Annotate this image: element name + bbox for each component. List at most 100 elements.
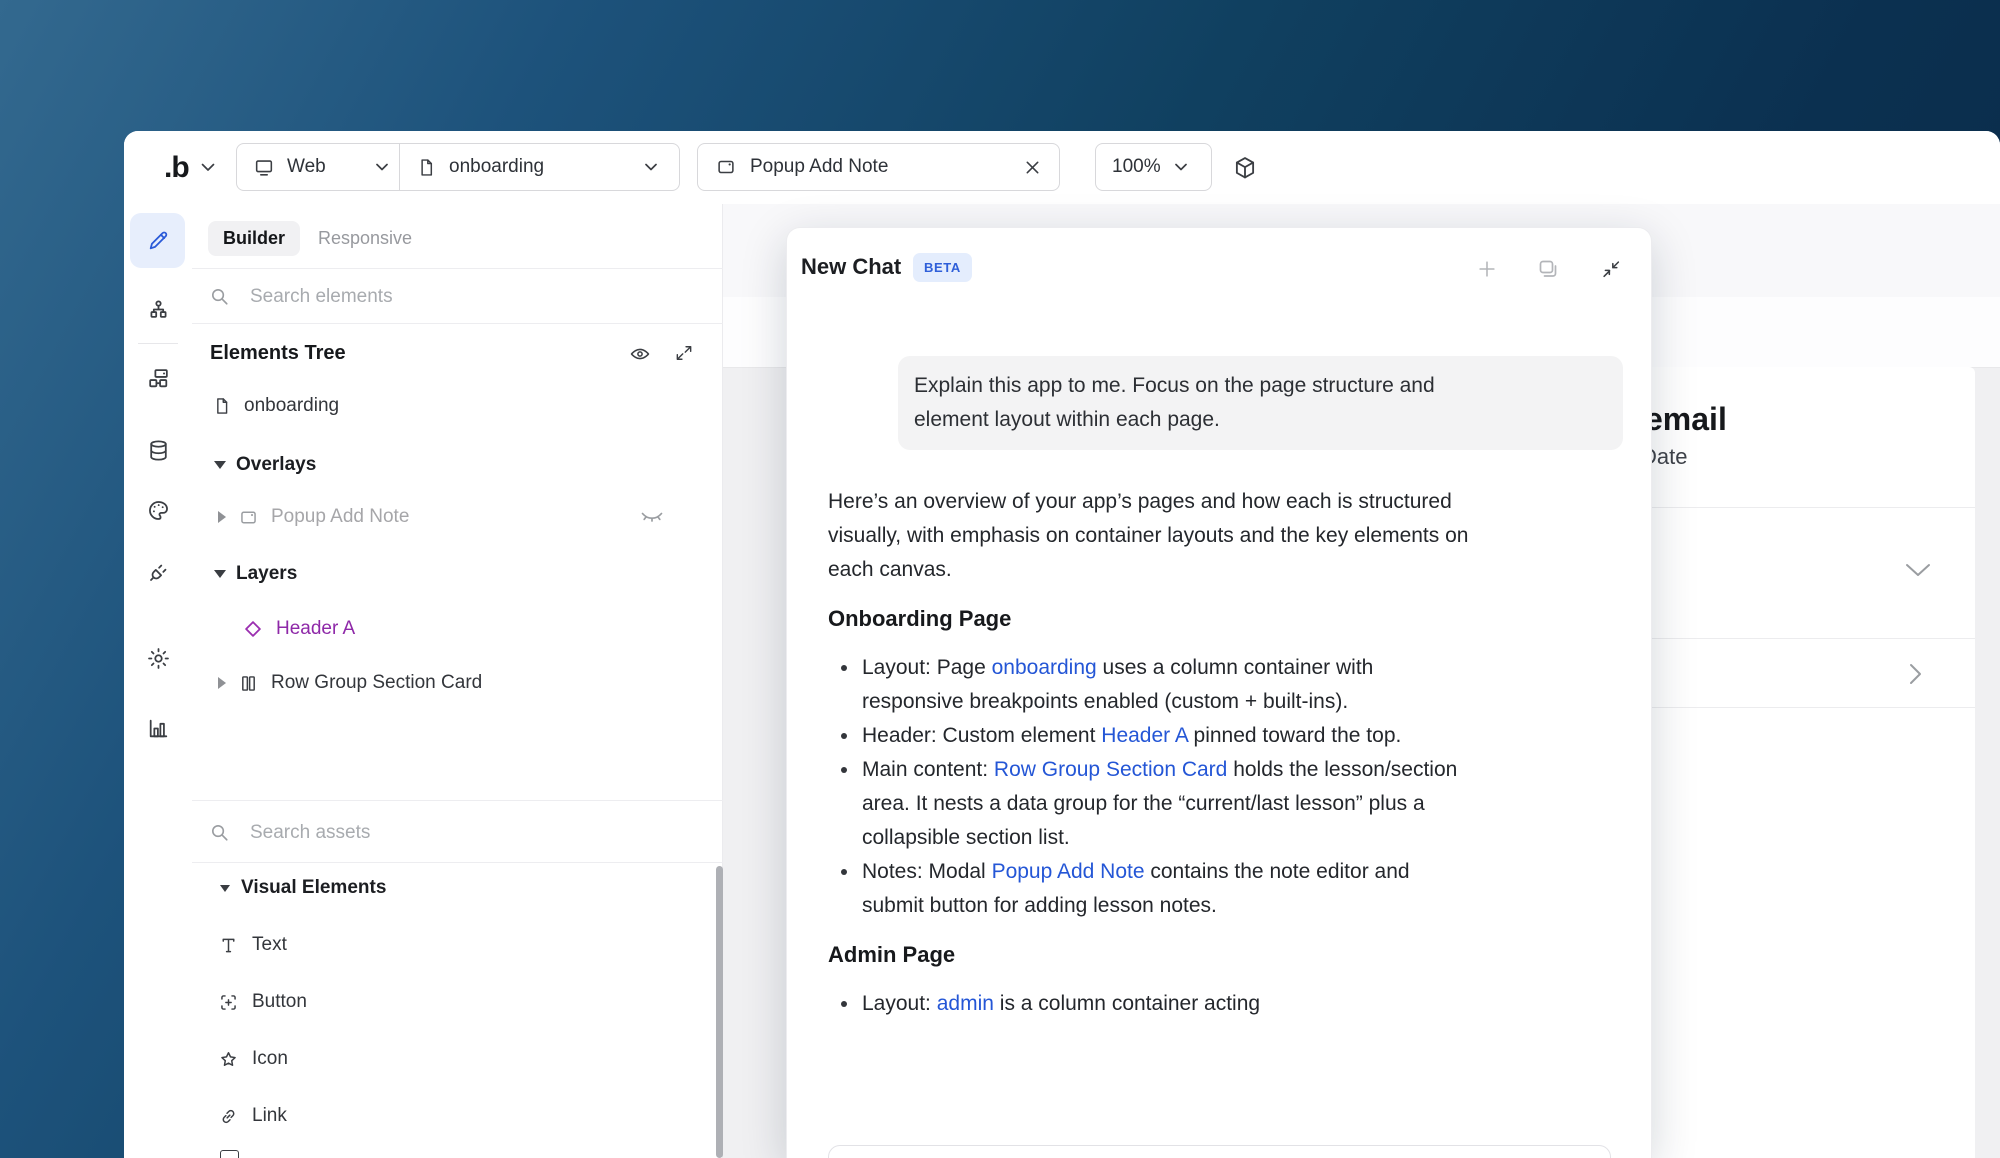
chat-element-link[interactable]: Popup Add Note [992,860,1145,883]
asset-item-label: Link [252,1105,287,1126]
rail-integrations-tool[interactable] [124,550,192,594]
gear-icon [147,647,169,669]
tree-item-page-onboarding[interactable]: onboarding [212,395,339,417]
eye-off-icon[interactable] [640,510,664,527]
elements-tree-header: Elements Tree [210,342,346,364]
assets-group-label: Visual Elements [241,877,387,898]
close-icon[interactable] [1024,159,1041,176]
overlay-tab[interactable]: Popup Add Note [697,143,1060,191]
chat-paragraph: Here’s an overview of your app’s pages a… [828,490,1469,581]
asset-item-label: Button [252,991,307,1012]
assistant-response: Here’s an overview of your app’s pages a… [828,485,1623,1027]
search-assets-input[interactable] [248,821,632,845]
chevron-down-icon[interactable] [1903,561,1933,579]
rail-components-tool[interactable] [124,356,192,400]
asset-item-icon[interactable]: Icon [218,1048,288,1070]
overlay-icon [241,511,256,523]
divider [192,800,723,801]
caret-right-icon[interactable] [218,677,226,689]
search-icon [212,825,228,841]
tree-group-label: Overlays [236,454,317,475]
asset-item-link[interactable]: Link [218,1105,287,1127]
caret-right-icon[interactable] [218,511,226,523]
chat-text: pinned toward the top. [1187,724,1402,747]
chevron-down-icon [1174,163,1187,171]
asset-item-label: Icon [252,1048,288,1069]
tree-item-popup-add-note[interactable]: Popup Add Note [218,506,409,528]
app-logo-menu[interactable]: .b [164,131,215,204]
new-chat-button[interactable] [1473,255,1501,283]
caret-down-icon[interactable] [220,884,230,892]
file-icon [217,398,228,414]
page-dropdown[interactable]: onboarding [400,144,679,190]
chat-section-heading: Onboarding Page [828,606,1012,631]
tree-group-layers[interactable]: Layers [214,563,297,585]
plus-icon [1479,261,1495,277]
button-icon [221,994,236,1010]
chat-text: Notes: Modal [862,860,992,883]
chat-element-link[interactable]: Header A [1101,724,1187,747]
text-icon [222,938,235,952]
chat-history-button[interactable] [1534,255,1562,283]
divider [192,268,723,269]
rail-theme-tool[interactable] [124,488,192,532]
tree-item-row-group-section-card[interactable]: Row Group Section Card [218,672,482,694]
chat-element-link[interactable]: Row Group Section Card [994,758,1227,781]
search-elements-input[interactable] [248,285,632,309]
collapse-icon [1603,261,1620,278]
divider [192,862,723,863]
database-icon [149,439,167,461]
tree-group-overlays[interactable]: Overlays [214,454,316,476]
chevron-right-icon[interactable] [1908,661,1924,687]
chat-bullet-list: Layout: admin is a column container acti… [828,987,1623,1021]
columns-icon [242,675,255,691]
preview-3d-button[interactable] [1228,151,1262,185]
assets-group-visual-elements[interactable]: Visual Elements [220,877,386,899]
sitemap-icon [150,299,166,318]
tree-item-label: Popup Add Note [271,506,410,527]
left-icon-rail [124,204,193,1158]
asset-item-partial-icon[interactable] [220,1150,239,1158]
overlay-icon [718,160,734,174]
asset-item-button[interactable]: Button [218,991,307,1013]
search-icon [212,289,228,305]
rail-analytics-tool[interactable] [124,706,192,750]
page-label: onboarding [449,156,545,177]
chat-element-link[interactable]: admin [937,992,994,1015]
tree-item-header-a[interactable]: Header A [242,618,355,640]
chat-text: Layout: Page [862,656,992,679]
eye-icon[interactable] [629,343,651,365]
tree-group-label: Layers [236,563,298,584]
panel-scrollbar[interactable] [716,866,723,1158]
tab-builder[interactable]: Builder [208,221,301,256]
chat-bullet-item: Notes: Modal Popup Add Note contains the… [828,855,1623,923]
expand-icon[interactable] [674,343,694,363]
rail-data-tool[interactable] [124,428,192,472]
chat-text: Main content: [862,758,994,781]
chat-message-input[interactable] [828,1145,1611,1158]
link-icon [222,1109,235,1123]
zoom-dropdown[interactable]: 100% [1095,143,1212,191]
asset-item-text[interactable]: Text [218,934,287,956]
caret-down-icon[interactable] [214,570,226,578]
rail-settings-tool[interactable] [124,636,192,680]
chat-text: Header: Custom element [862,724,1102,747]
caret-down-icon[interactable] [214,461,226,469]
collapse-chat-button[interactable] [1597,255,1625,283]
platform-dropdown[interactable]: Web [237,144,399,190]
tab-responsive[interactable]: Responsive [318,228,412,249]
rail-edit-tool[interactable] [124,218,192,262]
chevron-down-icon [375,163,388,171]
tree-item-label: Header A [276,618,356,639]
chat-bullet-item: Main content: Row Group Section Card hol… [828,753,1623,855]
plug-icon [149,564,166,581]
rail-hierarchy-tool[interactable] [124,288,192,332]
left-panel: Builder Responsive Elements Tree onboard… [192,204,723,1158]
rail-divider [138,343,178,344]
cube-icon [1235,157,1255,179]
file-icon [421,158,433,176]
palette-icon [148,500,168,520]
chat-section-heading: Admin Page [828,942,956,967]
blocks-icon [148,368,168,387]
chat-element-link[interactable]: onboarding [992,656,1097,679]
